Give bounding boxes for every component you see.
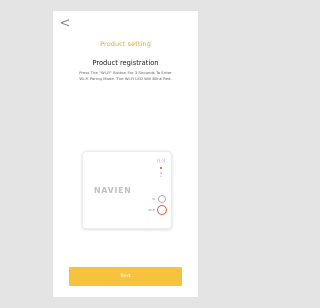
wifi-signal-icon: ((·))	[157, 159, 166, 164]
led-blinking-red-icon	[160, 167, 162, 169]
instruction-line-2: Wi-Fi Paring Mode. The Wi-Fi LED Will Bl…	[79, 75, 172, 81]
page-title: Product setting	[100, 40, 151, 48]
back-button[interactable]: <	[59, 16, 71, 30]
device-illustration: NAVIEN ((·)) ⌄ W Wi-Fi	[82, 151, 172, 229]
chevron-left-icon: <	[59, 15, 71, 31]
next-button[interactable]: Next	[69, 267, 182, 286]
navien-logo: NAVIEN	[94, 186, 132, 195]
instruction-text: Press The "Wi-Fi" Button For 3 Seconds T…	[57, 70, 194, 82]
device-button-label-w: W	[152, 197, 155, 201]
device-button-label-wifi: Wi-Fi	[148, 208, 155, 212]
check-icon: ⌄	[159, 174, 163, 179]
device-button-circle-icon	[158, 195, 166, 203]
status-led-column: ((·)) ⌄	[156, 159, 166, 187]
section-title: Product registration	[92, 59, 159, 67]
wifi-button-ring-icon	[157, 205, 167, 215]
app-screen: < Product setting Product registration P…	[53, 11, 198, 297]
